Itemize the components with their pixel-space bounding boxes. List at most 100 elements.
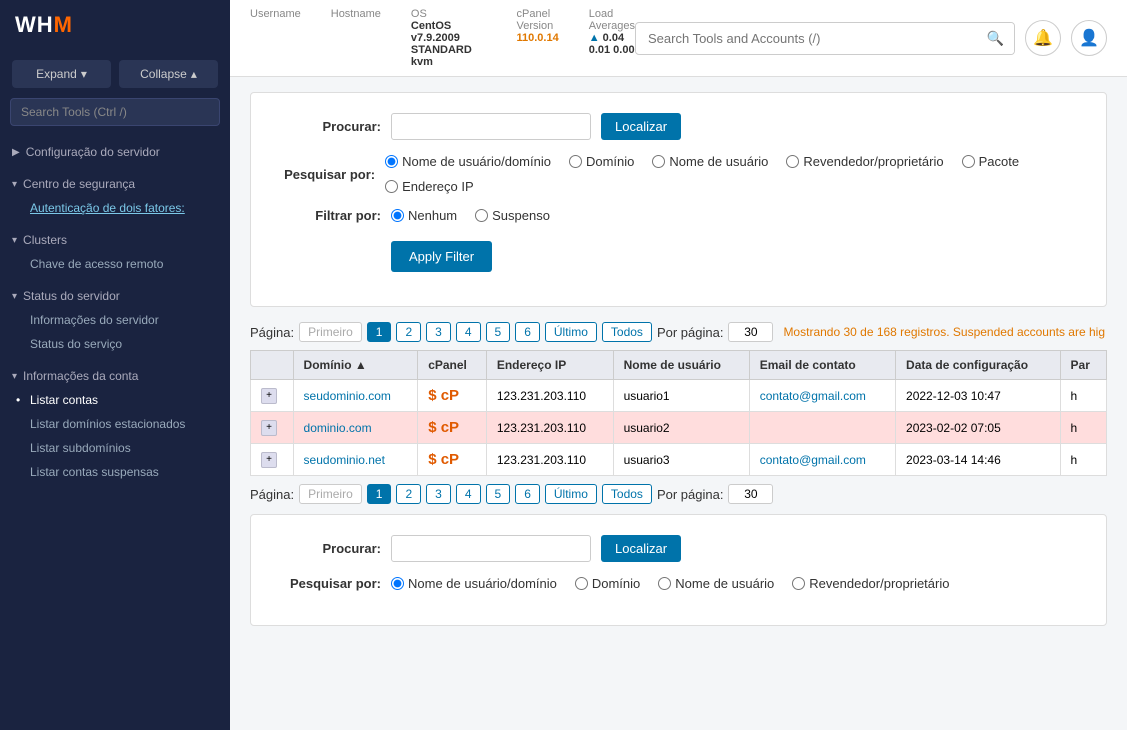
sidebar-item-server-info[interactable]: Informações do servidor [12, 308, 218, 332]
radio-reseller-2[interactable]: Revendedor/proprietário [792, 576, 949, 591]
sidebar-item-two-factor-auth[interactable]: Autenticação de dois fatores: [12, 196, 218, 220]
sidebar-search-input[interactable] [10, 98, 220, 126]
page-first-top[interactable]: Primeiro [299, 322, 362, 342]
radio-suspended-input[interactable] [475, 209, 488, 222]
radio-username-2[interactable]: Nome de usuário [658, 576, 774, 591]
radio-user-domain-input-2[interactable] [391, 577, 404, 590]
sidebar-section-header-server-config[interactable]: ▶ Configuração do servidor [12, 140, 218, 164]
row3-expand-button[interactable]: + [261, 452, 277, 468]
radio-domain-2[interactable]: Domínio [575, 576, 640, 591]
page-last-top[interactable]: Último [545, 322, 597, 342]
radio-username-input-2[interactable] [658, 577, 671, 590]
page-4-bottom[interactable]: 4 [456, 484, 481, 504]
per-page-input-top[interactable] [728, 322, 773, 342]
radio-username-input[interactable] [652, 155, 665, 168]
two-factor-auth-link[interactable]: Autenticação de dois fatores: [30, 201, 185, 215]
global-search-button[interactable]: 🔍 [977, 23, 1014, 54]
radio-package-input[interactable] [962, 155, 975, 168]
filter-by-row: Filtrar por: Nenhum Suspenso [271, 208, 1086, 223]
search-row-2: Procurar: Localizar [271, 535, 1086, 562]
radio-suspended[interactable]: Suspenso [475, 208, 550, 223]
user-menu-button[interactable]: 👤 [1071, 20, 1107, 56]
notifications-button[interactable]: 🔔 [1025, 20, 1061, 56]
radio-reseller-input[interactable] [786, 155, 799, 168]
sidebar-section-header-security[interactable]: ▾ Centro de segurança [12, 172, 218, 196]
sidebar-item-service-status[interactable]: Status do serviço [12, 332, 218, 356]
row2-cpanel-icon[interactable]: $ cP [428, 419, 459, 436]
page-all-top[interactable]: Todos [602, 322, 652, 342]
page-all-bottom[interactable]: Todos [602, 484, 652, 504]
radio-domain[interactable]: Domínio [569, 154, 634, 169]
row1-cpanel-icon[interactable]: $ cP [428, 387, 459, 404]
radio-user-domain[interactable]: Nome de usuário/domínio [385, 154, 551, 169]
row1-email-link[interactable]: contato@gmail.com [760, 389, 866, 403]
page-3-bottom[interactable]: 3 [426, 484, 451, 504]
row2-expand-button[interactable]: + [261, 420, 277, 436]
row3-cpanel-icon[interactable]: $ cP [428, 451, 459, 468]
username-label: Username [250, 8, 301, 20]
localizar-button-2[interactable]: Localizar [601, 535, 681, 562]
page-last-bottom[interactable]: Último [545, 484, 597, 504]
sidebar-item-list-accounts[interactable]: Listar contas [12, 388, 218, 412]
radio-username-label: Nome de usuário [669, 154, 768, 169]
radio-package[interactable]: Pacote [962, 154, 1019, 169]
topbar-right: 🔍 🔔 👤 [635, 20, 1107, 56]
expand-button[interactable]: Expand ▾ [12, 60, 111, 88]
page-4-top[interactable]: 4 [456, 322, 481, 342]
apply-filter-button[interactable]: Apply Filter [391, 241, 492, 272]
radio-username[interactable]: Nome de usuário [652, 154, 768, 169]
row2-domain-link[interactable]: dominio.com [304, 421, 372, 435]
search-input-2[interactable] [391, 535, 591, 562]
sidebar-item-list-subdomains[interactable]: Listar subdomínios [12, 436, 218, 460]
search-label: Procurar: [271, 119, 381, 134]
th-domain[interactable]: Domínio ▲ [293, 351, 418, 380]
search-by-label-2: Pesquisar por: [271, 576, 381, 591]
radio-reseller[interactable]: Revendedor/proprietário [786, 154, 943, 169]
page-1-bottom[interactable]: 1 [367, 484, 392, 504]
sidebar-section-label-server-config: Configuração do servidor [26, 145, 160, 159]
global-search-input[interactable] [636, 24, 977, 53]
row3-partial-cell: h [1060, 444, 1106, 476]
radio-user-domain-input[interactable] [385, 155, 398, 168]
page-5-top[interactable]: 5 [486, 322, 511, 342]
content-area: Procurar: Localizar Pesquisar por: Nome … [230, 77, 1127, 730]
remote-key-label: Chave de acesso remoto [30, 257, 163, 271]
row2-partial: h [1071, 421, 1078, 435]
row3-email-link[interactable]: contato@gmail.com [760, 453, 866, 467]
page-1-top[interactable]: 1 [367, 322, 392, 342]
page-2-top[interactable]: 2 [396, 322, 421, 342]
sidebar-section-header-account-info[interactable]: ▾ Informações da conta [12, 364, 218, 388]
radio-domain-input[interactable] [569, 155, 582, 168]
radio-domain-input-2[interactable] [575, 577, 588, 590]
row2-ip: 123.231.203.110 [497, 421, 586, 435]
row1-expand-button[interactable]: + [261, 388, 277, 404]
radio-none[interactable]: Nenhum [391, 208, 457, 223]
row1-email-cell: contato@gmail.com [749, 380, 895, 412]
radio-reseller-input-2[interactable] [792, 577, 805, 590]
row2-created-cell: 2023-02-02 07:05 [896, 412, 1061, 444]
radio-none-input[interactable] [391, 209, 404, 222]
row3-domain-link[interactable]: seudominio.net [304, 453, 385, 467]
page-6-top[interactable]: 6 [515, 322, 540, 342]
radio-ip[interactable]: Endereço IP [385, 179, 474, 194]
page-5-bottom[interactable]: 5 [486, 484, 511, 504]
page-6-bottom[interactable]: 6 [515, 484, 540, 504]
per-page-input-bottom[interactable] [728, 484, 773, 504]
sidebar-section-header-clusters[interactable]: ▾ Clusters [12, 228, 218, 252]
sidebar-section-header-server-status[interactable]: ▾ Status do servidor [12, 284, 218, 308]
row2-ip-cell: 123.231.203.110 [486, 412, 613, 444]
row1-username-cell: usuario1 [613, 380, 749, 412]
radio-ip-input[interactable] [385, 180, 398, 193]
localizar-button[interactable]: Localizar [601, 113, 681, 140]
search-input[interactable] [391, 113, 591, 140]
radio-user-domain-2[interactable]: Nome de usuário/domínio [391, 576, 557, 591]
sidebar-item-list-parked[interactable]: Listar domínios estacionados [12, 412, 218, 436]
page-first-bottom[interactable]: Primeiro [299, 484, 362, 504]
row1-domain-link[interactable]: seudominio.com [304, 389, 391, 403]
page-2-bottom[interactable]: 2 [396, 484, 421, 504]
page-3-top[interactable]: 3 [426, 322, 451, 342]
collapse-button[interactable]: Collapse ▴ [119, 60, 218, 88]
sidebar-item-list-suspended[interactable]: Listar contas suspensas [12, 460, 218, 484]
sidebar-item-remote-key[interactable]: Chave de acesso remoto [12, 252, 218, 276]
table-body: + seudominio.com $ cP 123.231.203.110 us… [251, 380, 1107, 476]
